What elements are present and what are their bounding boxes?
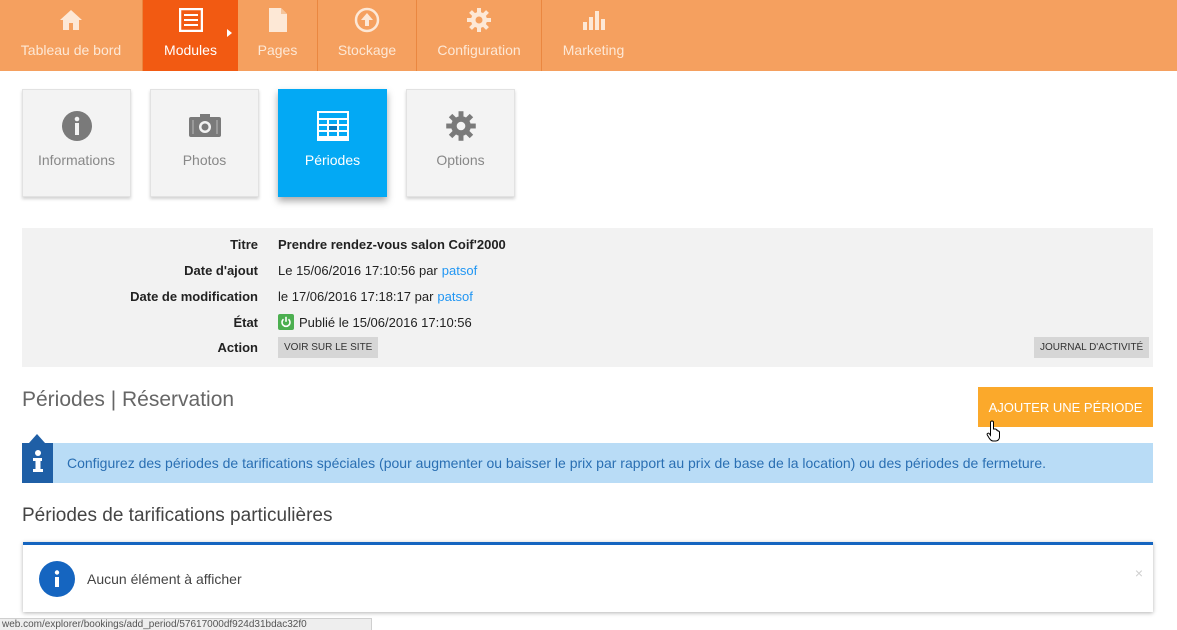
top-navigation: Tableau de bord Modules Pages Stockage C… [0, 0, 1177, 71]
nav-label: Stockage [337, 42, 397, 58]
nav-item-pages[interactable]: Pages [238, 0, 318, 71]
detail-value: Publié le 15/06/2016 17:10:56 [278, 314, 472, 330]
info-icon [61, 110, 93, 142]
modified-date: le 17/06/2016 17:18:17 par [278, 288, 434, 304]
detail-label: Titre [230, 236, 258, 252]
gear-icon [445, 110, 477, 142]
module-title: Prendre rendez-vous salon Coif'2000 [278, 236, 506, 252]
nav-item-marketing[interactable]: Marketing [542, 0, 645, 71]
module-details: Titre Prendre rendez-vous salon Coif'200… [22, 228, 1153, 367]
info-icon [39, 560, 75, 597]
module-tabs: Informations Photos Périodes Options [22, 89, 534, 197]
detail-value: le 17/06/2016 17:18:17 par patsof [278, 289, 473, 304]
add-period-button[interactable]: AJOUTER UNE PÉRIODE [978, 387, 1153, 427]
power-icon [278, 314, 294, 330]
info-alert-text: Configurez des périodes de tarifications… [67, 455, 1046, 471]
added-user-link[interactable]: patsof [442, 263, 477, 278]
bar-chart-icon [582, 7, 606, 33]
nav-label: Pages [257, 42, 298, 58]
upload-icon [354, 7, 380, 33]
list-icon [178, 7, 203, 33]
tab-label: Informations [37, 152, 116, 168]
detail-value: VOIR SUR LE SITE [278, 336, 379, 358]
info-alert-icon-bar [22, 434, 53, 483]
empty-state-text: Aucun élément à afficher [87, 570, 242, 587]
detail-label: Action [217, 339, 258, 355]
nav-label: Configuration [437, 42, 521, 58]
close-icon[interactable]: × [1135, 565, 1143, 581]
detail-row-added: Date d'ajout Le 15/06/2016 17:10:56 par … [22, 260, 477, 280]
state-value: Publié le 15/06/2016 17:10:56 [299, 314, 472, 330]
nav-item-modules[interactable]: Modules [143, 0, 238, 71]
detail-label: État [233, 314, 258, 330]
nav-label: Marketing [562, 42, 625, 58]
added-date: Le 15/06/2016 17:10:56 par [278, 262, 438, 278]
detail-label: Date d'ajout [184, 262, 258, 278]
tab-label: Photos [182, 152, 227, 168]
detail-value: Prendre rendez-vous salon Coif'2000 [278, 237, 506, 252]
modified-user-link[interactable]: patsof [437, 289, 472, 304]
detail-value: Le 15/06/2016 17:10:56 par patsof [278, 263, 477, 278]
status-bar-url: web.com/explorer/bookings/add_period/576… [0, 618, 372, 630]
info-icon [32, 449, 44, 478]
tab-options[interactable]: Options [406, 89, 515, 197]
activity-journal-button[interactable]: JOURNAL D'ACTIVITÉ [1034, 337, 1150, 358]
nav-label: Tableau de bord [20, 42, 122, 58]
special-periods-title: Périodes de tarifications particulières [22, 505, 333, 526]
tab-periodes[interactable]: Périodes [278, 89, 387, 197]
view-site-button[interactable]: VOIR SUR LE SITE [278, 336, 379, 358]
detail-label: Date de modification [130, 288, 258, 304]
detail-row-action: Action VOIR SUR LE SITE [22, 336, 379, 358]
tab-photos[interactable]: Photos [150, 89, 259, 197]
nav-item-stockage[interactable]: Stockage [318, 0, 417, 71]
gear-icon [466, 7, 492, 33]
nav-item-tableau-de-bord[interactable]: Tableau de bord [0, 0, 143, 71]
nav-item-configuration[interactable]: Configuration [417, 0, 542, 71]
nav-label: Modules [164, 42, 217, 58]
section-title: Périodes | Réservation [22, 388, 235, 411]
detail-row-modified: Date de modification le 17/06/2016 17:18… [22, 286, 473, 306]
tab-label: Options [436, 152, 485, 168]
detail-row-title: Titre Prendre rendez-vous salon Coif'200… [22, 234, 506, 254]
tab-label: Périodes [304, 152, 361, 168]
alert-notch [29, 434, 45, 443]
caret-right-icon [227, 29, 232, 37]
table-icon [316, 110, 350, 142]
camera-icon [188, 110, 222, 142]
empty-state-box: Aucun élément à afficher × [23, 542, 1153, 612]
detail-row-state: État Publié le 15/06/2016 17:10:56 [22, 312, 472, 332]
home-icon [58, 7, 84, 33]
file-icon [268, 7, 288, 33]
tab-informations[interactable]: Informations [22, 89, 131, 197]
info-alert: Configurez des périodes de tarifications… [22, 434, 1153, 483]
